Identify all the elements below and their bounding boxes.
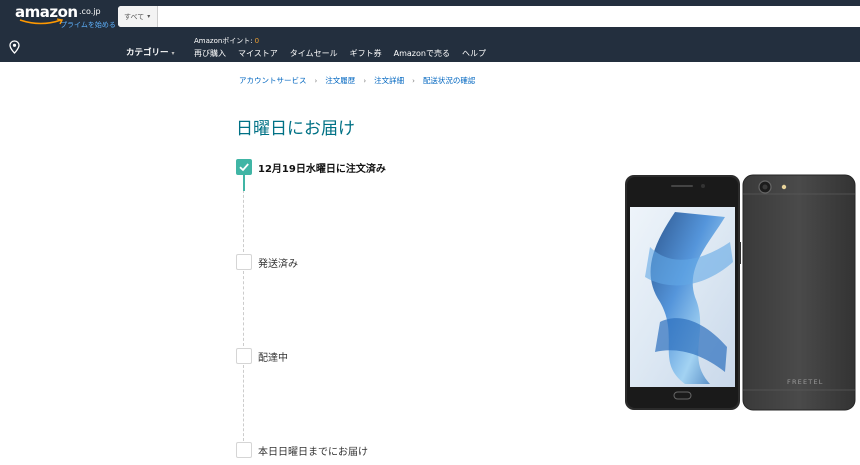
step-ordered-label: 12月19日水曜日に注文済み [258,164,386,175]
logo-tld: .co.jp [79,7,101,16]
nav-link-time-sale[interactable]: タイムセール [290,48,338,59]
breadcrumb: アカウントサービス › 注文履歴 › 注文詳細 › 配送状況の確認 [239,75,475,86]
location-pin-icon[interactable] [9,40,20,54]
breadcrumb-separator-icon: › [412,76,415,85]
points-value: 0 [254,37,260,45]
tracker-connector [243,271,244,346]
breadcrumb-shipping-status[interactable]: 配送状況の確認 [423,75,476,86]
nav-link-gift-card[interactable]: ギフト券 [350,48,382,59]
category-menu[interactable]: カテゴリー ▾ [126,46,175,58]
breadcrumb-separator-icon: › [314,76,318,85]
step-out-for-delivery-checkbox [236,348,252,364]
chevron-down-icon: ▾ [171,50,175,57]
nav-link-sell[interactable]: Amazonで売る [394,48,450,59]
step-shipped-checkbox [236,254,252,270]
nav-link-buy-again[interactable]: 再び購入 [194,48,226,59]
step-ordered-checkbox [236,159,252,175]
chevron-down-icon: ▾ [147,13,151,20]
search-category-label: すべて [124,12,145,21]
breadcrumb-separator-icon: › [363,76,367,85]
amazon-logo[interactable]: amazon .co.jp プライムを始める [15,3,116,30]
product-image: FREETEL [625,174,856,411]
search-category-dropdown[interactable]: すべて ▾ [118,6,158,27]
tracker-progress [243,173,245,191]
category-menu-label: カテゴリー [126,48,169,58]
nav-link-my-store[interactable]: マイストア [238,48,278,59]
tracker-connector [243,190,244,252]
breadcrumb-account-service[interactable]: アカウントサービス [239,75,307,86]
tracker-connector [243,365,244,441]
step-delivered-checkbox [236,442,252,458]
breadcrumb-order-history[interactable]: 注文履歴 [325,75,355,86]
product-brand-mark: FREETEL [787,378,824,386]
search-input[interactable] [159,6,860,27]
breadcrumb-order-details[interactable]: 注文詳細 [374,75,404,86]
prime-signup-link[interactable]: プライムを始める [60,20,116,30]
smile-arrow-icon [19,18,64,25]
step-shipped-label: 発送済み [258,259,298,270]
checkmark-icon [239,163,249,172]
search-bar: すべて ▾ [118,6,860,27]
nav-link-help[interactable]: ヘルプ [462,48,486,59]
nav-links: 再び購入 マイストア タイムセール ギフト券 Amazonで売る ヘルプ [194,48,486,59]
points-label: Amazonポイント: [194,37,253,45]
page-title: 日曜日にお届け [236,119,355,139]
step-out-for-delivery-label: 配達中 [258,353,288,364]
points-display[interactable]: Amazonポイント: 0 [194,36,259,46]
step-delivered-label: 本日日曜日までにお届け [258,447,368,458]
